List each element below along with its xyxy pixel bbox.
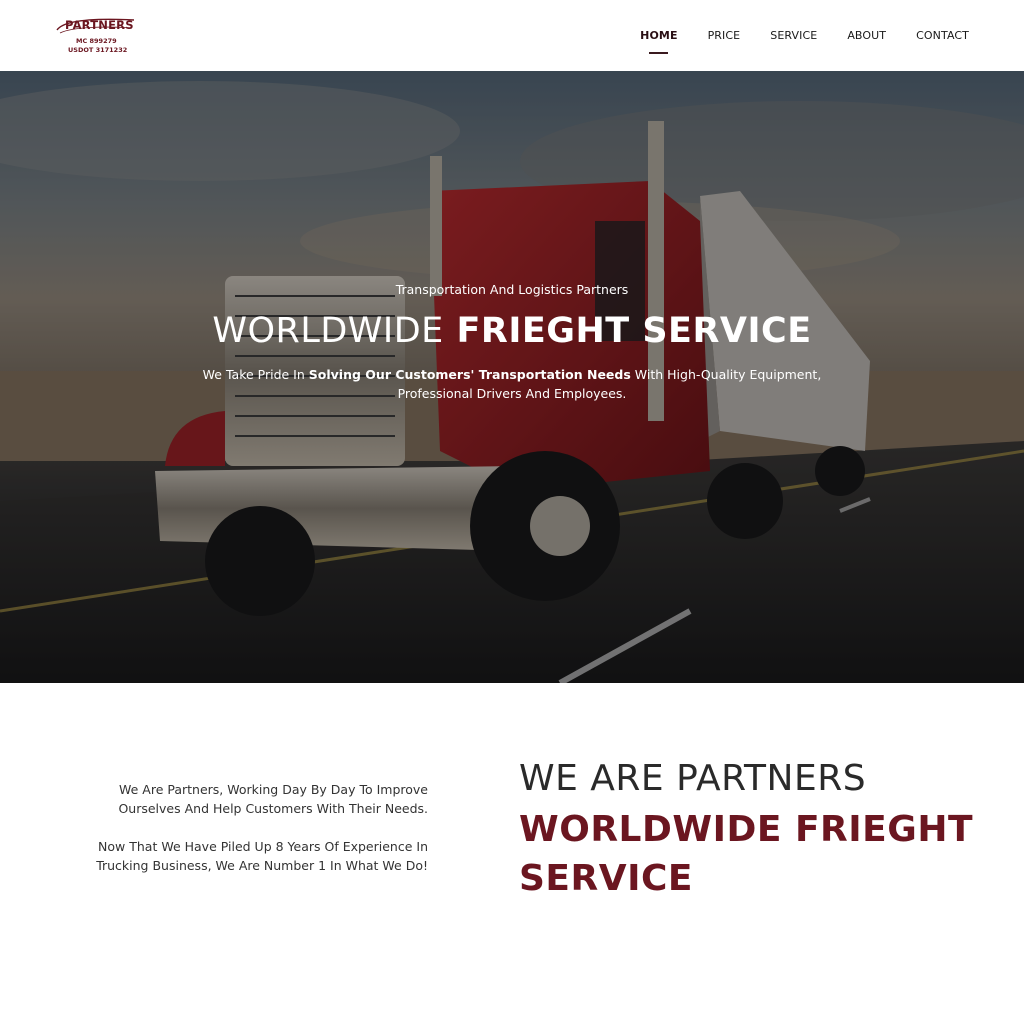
hero-tagline: Transportation And Logistics Partners — [395, 282, 629, 297]
nav-about[interactable]: ABOUT — [847, 29, 886, 42]
brand-logo[interactable]: PARTNERS MC 899279 USDOT 3171232 — [54, 14, 138, 56]
hero-title-bold: FRIEGHT SERVICE — [456, 311, 812, 351]
about-heading: WE ARE PARTNERS WORLDWIDE FRIEGHT SERVIC… — [519, 757, 989, 903]
about-heading-main: WORLDWIDE FRIEGHT SERVICE — [519, 809, 973, 899]
hero-title-light: WORLDWIDE — [212, 311, 444, 351]
hero-title: WORLDWIDE FRIEGHT SERVICE — [0, 311, 1024, 351]
hero-banner: Transportation And Logistics Partners WO… — [0, 71, 1024, 683]
about-text: We Are Partners, Working Day By Day To I… — [68, 780, 428, 875]
about-heading-sub: WE ARE PARTNERS — [519, 758, 867, 799]
logo-usdot-number: USDOT 3171232 — [68, 46, 128, 54]
nav-home[interactable]: HOME — [640, 29, 677, 54]
about-paragraph-1: We Are Partners, Working Day By Day To I… — [118, 782, 428, 816]
site-header: PARTNERS MC 899279 USDOT 3171232 HOME PR… — [0, 0, 1024, 71]
hero-description-bold: Solving Our Customers' Transportation Ne… — [308, 367, 631, 382]
hero-description: We Take Pride In Solving Our Customers' … — [200, 365, 824, 403]
hero-description-pre: We Take Pride In — [202, 367, 305, 382]
nav-service[interactable]: SERVICE — [770, 29, 817, 42]
logo-name: PARTNERS — [65, 18, 134, 32]
main-nav: HOME PRICE SERVICE ABOUT CONTACT — [610, 0, 969, 71]
logo-mc-number: MC 899279 — [76, 37, 117, 45]
nav-price[interactable]: PRICE — [708, 29, 741, 42]
nav-contact[interactable]: CONTACT — [916, 29, 969, 42]
about-paragraph-2: Now That We Have Piled Up 8 Years Of Exp… — [96, 839, 428, 873]
